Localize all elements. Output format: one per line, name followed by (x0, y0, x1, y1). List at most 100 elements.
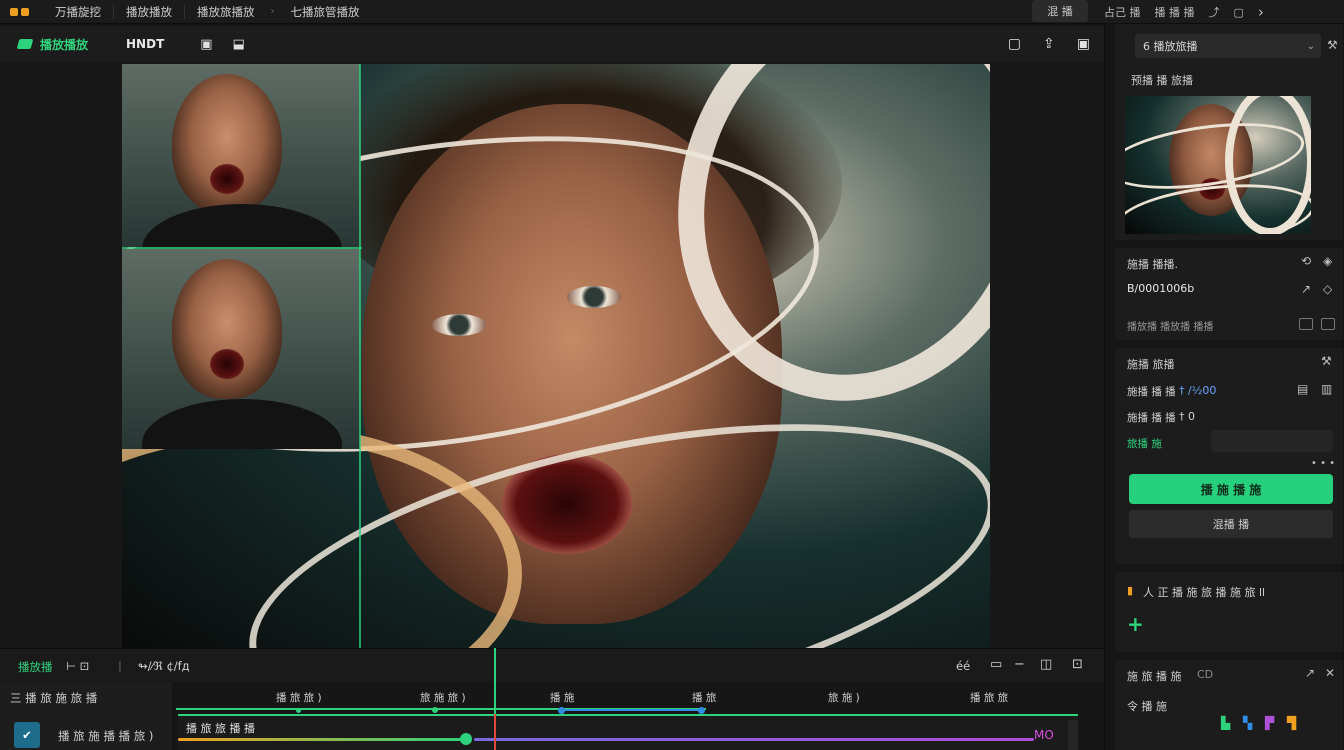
chevron-right-icon[interactable]: › (1258, 3, 1264, 21)
expand-icon[interactable] (1299, 318, 1313, 330)
menu-item-4[interactable]: 七播旅管播放 (279, 5, 372, 19)
adjust-section: 施播 旅播 ⚒ 施播 播 播 † /½00 ▤ ▥ 施播 播 播 † 0 旅播 … (1115, 348, 1343, 564)
timeline-toolbar: 播放播 ⊢ ⊡ | ↬/⁄ℜ ¢/fд éé ▭ − ◫ ⊡ (0, 648, 1104, 682)
ruler-tick: 旅 施 ) (828, 692, 860, 704)
effect-dropdown-value: 6 播放旅播 (1143, 40, 1198, 53)
monitor-icon[interactable]: ▭ (990, 657, 1002, 672)
layers-title: 人 正 播 施 旅 播 施 旅 ll (1143, 586, 1266, 599)
crop-icon[interactable]: ▢ (1008, 36, 1021, 52)
logo-icon (16, 39, 34, 49)
export-icon[interactable]: ⬓ (233, 37, 245, 52)
more-icon[interactable]: • • • (1311, 458, 1335, 469)
preview-area (0, 62, 1104, 648)
effect-preview-thumbnail[interactable] (1125, 96, 1311, 234)
save-icon[interactable]: ▣ (200, 37, 212, 52)
diamond-icon[interactable]: ◇ (1323, 282, 1332, 296)
audio-subtitle: 令 播 施 (1127, 700, 1167, 713)
ruler-tick: 播 施 (550, 692, 575, 704)
row1-value[interactable]: † /½00 (1179, 384, 1216, 397)
mix-button[interactable]: 混 播 (1032, 0, 1088, 22)
purple-tool-icon[interactable]: ▛ (1265, 716, 1274, 730)
menu-right-item-1[interactable]: 占己 播 (1104, 4, 1141, 20)
ruler-tick: 播 旅 (692, 692, 717, 704)
track-icon[interactable]: ✔ (14, 722, 40, 748)
timeline-mode[interactable]: 播放播 (18, 659, 53, 675)
minus-icon[interactable]: − (1014, 657, 1025, 672)
grid-icon[interactable]: ▤ (1297, 382, 1308, 396)
add-layer-button[interactable]: + (1127, 612, 1144, 636)
row2-value[interactable]: † 0 (1179, 410, 1195, 423)
timeline-info: ↬/⁄ℜ ¢/fд (138, 659, 190, 673)
keyframe-line-purple (474, 738, 1034, 741)
timeline-tools[interactable]: ⊢ ⊡ (66, 659, 89, 673)
track-header: 三 播 旅 施 旅 播 ✔ 播 旅 施 播 播 旅 ) (0, 682, 172, 750)
thumb-mouth (210, 164, 244, 194)
effect-dropdown[interactable]: 6 播放旅播 ⌄ (1135, 34, 1321, 58)
row3-input[interactable] (1211, 430, 1333, 452)
ruler-marker[interactable] (432, 707, 438, 713)
thumb-body (142, 204, 342, 247)
properties-note: 播放播 播放播 播播 (1127, 322, 1214, 333)
split-icon[interactable]: ◫ (1040, 657, 1052, 672)
ruler-marker[interactable] (698, 707, 705, 714)
thumb-body (142, 399, 342, 449)
arrow-icon[interactable]: ↗ (1301, 282, 1311, 296)
thumbnail-1[interactable] (122, 64, 360, 247)
share-icon[interactable]: ⤴ (1209, 4, 1220, 20)
row2-label: 施播 播 播 (1127, 412, 1176, 424)
guide-line-vertical[interactable] (359, 64, 361, 648)
window-icon[interactable]: ▢ (1234, 6, 1244, 19)
ruler-tick: 播 旅 旅 (970, 692, 1009, 704)
blue-tool-icon[interactable]: ▚ (1243, 716, 1252, 730)
thumb-mouth (210, 349, 244, 379)
clip-scrollbar[interactable] (1068, 720, 1078, 750)
clip-end-label: MO (1034, 728, 1054, 742)
apply-button[interactable]: 播 施 播 施 (1129, 474, 1333, 504)
thumbnail-2[interactable] (122, 249, 360, 449)
menu-item-2[interactable]: 播放播放 (113, 4, 184, 19)
ruler-blue-line (562, 709, 702, 711)
settings-icon[interactable]: ⊡ (1072, 657, 1083, 672)
keyframe-icon[interactable]: ◈ (1323, 254, 1332, 268)
upload-icon[interactable]: ⇪ (1043, 36, 1055, 52)
menu-bar: 万播旋挖 播放播放 播放旅播放 › 七播旅管播放 混 播 占己 播 播 播 播 … (0, 0, 1344, 24)
guide-line-horizontal[interactable] (122, 247, 362, 249)
reset-button[interactable]: 混播 播 (1129, 510, 1333, 538)
mode-label: HNDT (126, 37, 165, 51)
track-name: 播 旅 施 播 播 旅 ) (58, 729, 154, 743)
collapse-icon[interactable] (1321, 318, 1335, 330)
brand[interactable]: 播放播放 (16, 36, 89, 53)
inspector-panel: 6 播放旅播 ⌄ ⚒ 预播 播 旅播 施播 播播. ⟲ ◈ B/0001006b… (1104, 24, 1344, 750)
properties-section: 施播 播播. ⟲ ◈ B/0001006b ↗ ◇ 播放播 播放播 播播 (1115, 248, 1343, 340)
timeline-ruler[interactable]: 播 旅 旅 ) 旅 施 旅 ) 播 施 播 旅 旅 施 ) 播 旅 旅 (176, 684, 1076, 714)
menu-right-group: 占己 播 播 播 播 ⤴ ▢ › (1104, 0, 1264, 24)
ruler-tick: 旅 施 旅 ) (420, 692, 466, 704)
fullscreen-icon[interactable]: ▣ (1077, 36, 1090, 52)
audio-tab-2[interactable]: CD (1197, 668, 1213, 681)
video-preview-canvas[interactable] (122, 64, 990, 648)
close-icon[interactable]: ✕ (1325, 666, 1335, 680)
properties-title: 施播 播播. (1127, 258, 1178, 271)
timeline-clip[interactable]: 播 旅 旅 播 播 MO (178, 714, 1078, 750)
filter-icon[interactable]: ▥ (1321, 382, 1332, 396)
brand-label: 播放播放 (40, 37, 89, 52)
effect-section: 6 播放旅播 ⌄ ⚒ 预播 播 旅播 (1115, 24, 1343, 240)
audio-title: 施 旅 播 施 (1127, 670, 1182, 683)
wand-icon[interactable]: ⚒ (1321, 354, 1332, 368)
editor-toolbar: 播放播放 HNDT ▣ ⬓ ▢ ⇪ ▣ (0, 26, 1104, 62)
arrow-icon[interactable]: ↗ (1305, 666, 1315, 680)
window-controls[interactable] (10, 7, 29, 16)
menu-item-3[interactable]: 播放旅播放 (184, 4, 267, 19)
playhead-marker[interactable] (494, 714, 496, 750)
menu-right-item-2[interactable]: 播 播 播 (1155, 4, 1195, 20)
reset-icon[interactable]: ⟲ (1301, 254, 1311, 268)
orange-tool-icon[interactable]: ▜ (1287, 716, 1296, 730)
track-header-title: 三 播 旅 施 旅 播 (10, 691, 98, 705)
menu-item-1[interactable]: 万播旋挖 (43, 5, 113, 19)
ruler-marker[interactable] (296, 708, 301, 713)
keyframe-handle[interactable] (460, 733, 472, 745)
audio-section: 施 旅 播 施 CD ↗ ✕ 令 播 施 ▙ ▚ ▛ ▜ (1115, 660, 1343, 750)
magic-wand-icon[interactable]: ⚒ (1327, 38, 1338, 52)
green-tool-icon[interactable]: ▙ (1221, 716, 1230, 730)
row3-label: 旅播 施 (1127, 438, 1162, 450)
